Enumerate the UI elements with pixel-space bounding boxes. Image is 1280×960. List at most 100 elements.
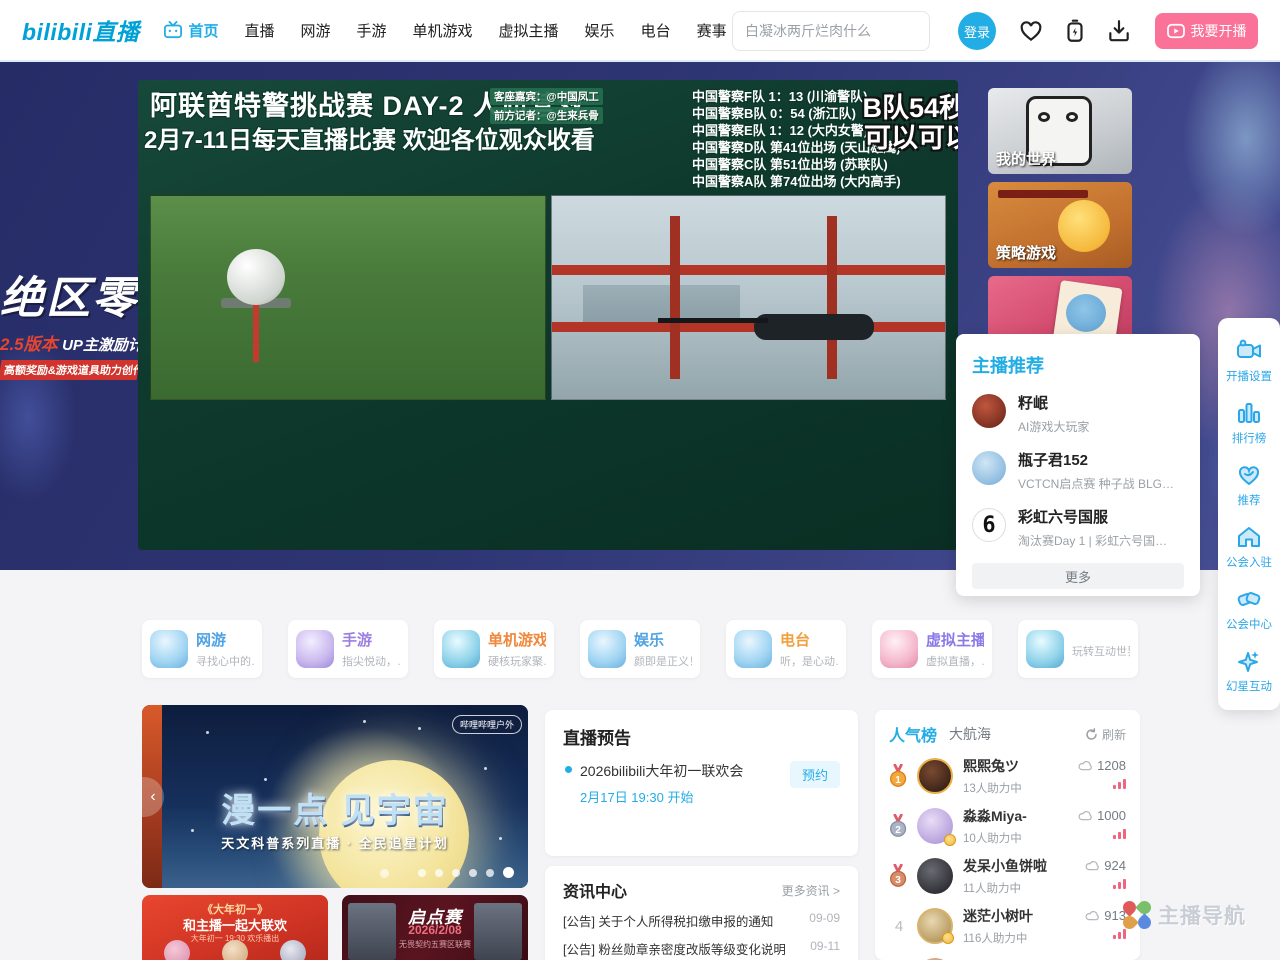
menu-star-interact[interactable]: 幻星互动 (1218, 640, 1280, 702)
nav-pc-games[interactable]: 单机游戏 (413, 20, 473, 41)
battery-charge-icon[interactable] (1062, 18, 1088, 44)
favorites-heart-icon[interactable] (1018, 18, 1044, 44)
avatar (972, 394, 1006, 428)
category-radio[interactable]: 电台 听，是心动… (726, 620, 846, 678)
news-more-link[interactable]: 更多资讯 > (782, 882, 840, 899)
ad-plan: UP主激励计划 (62, 337, 138, 354)
news-item[interactable]: [公告] 关于个人所得税扣缴申报的通知 09-09 (563, 911, 840, 930)
start-broadcast-button[interactable]: 我要开播 (1155, 13, 1258, 49)
rank-row[interactable]: 5 电子小猪柔 719 (889, 956, 1126, 960)
danmaku-comment: 可以可以 (864, 116, 958, 155)
avatar (917, 908, 953, 944)
category-vtuber[interactable]: 虚拟主播 虚拟直播，… (872, 620, 992, 678)
stream-subtitle: 2月7-11日每天直播比赛 欢迎各位观众收看 (144, 120, 595, 155)
recommend-item[interactable]: 瓶子君152 VCTCN启点赛 种子战 BLG… (972, 449, 1184, 492)
category-online-games[interactable]: 网游 寻找心中的… (142, 620, 262, 678)
nav-entertainment[interactable]: 娱乐 (585, 20, 615, 41)
house-icon (1236, 524, 1262, 550)
menu-ranking[interactable]: 排行榜 (1218, 392, 1280, 454)
carousel-dots (418, 867, 514, 878)
avatar-r6-logo: 6 (972, 508, 1006, 542)
nav-esports[interactable]: 赛事 (697, 20, 727, 41)
category-mascot-icon (442, 630, 480, 668)
recommend-item[interactable]: 籽岷 AI游戏大玩家 (972, 392, 1184, 435)
anchor-navigation-float[interactable]: 主播导航 (1122, 900, 1246, 930)
category-interactive[interactable]: 玩转互动世界 (1018, 620, 1138, 678)
trend-bars-icon (1113, 779, 1126, 789)
rank-row[interactable]: 4 迷茫小树叶 116人助力中 913 (889, 906, 1126, 946)
search-box[interactable] (732, 11, 930, 51)
forecast-title: 直播预告 (563, 724, 840, 749)
rank-row[interactable]: 1 熙熙兔ツ 13人助力中 1208 (889, 756, 1126, 796)
search-input[interactable] (745, 23, 926, 39)
rank-refresh-button[interactable]: 刷新 (1085, 726, 1126, 743)
category-pc-games[interactable]: 单机游戏 硬核玩家聚… (434, 620, 554, 678)
rank-row[interactable]: 3 发呆小鱼饼啦 11人助力中 924 (889, 856, 1126, 896)
gold-medal-icon: 1 (889, 764, 909, 788)
download-client-icon[interactable] (1106, 18, 1132, 44)
coin-badge-icon (942, 932, 954, 944)
trend-bars-icon (1113, 929, 1126, 939)
forecast-item: 2026bilibili大年初一联欢会 2月17日 19:30 开始 预约 (563, 761, 840, 806)
menu-recommend[interactable]: 推荐 (1218, 454, 1280, 516)
menu-guild-join[interactable]: 公会入驻 (1218, 516, 1280, 578)
popularity-cloud-icon (1085, 910, 1100, 921)
sparkle-star-icon (1236, 648, 1262, 674)
nav-mobile-games[interactable]: 手游 (357, 20, 387, 41)
category-mascot-icon (880, 630, 918, 668)
carousel-dot[interactable] (469, 869, 477, 877)
nav-radio[interactable]: 电台 (641, 20, 671, 41)
svg-text:2: 2 (895, 825, 901, 836)
pinwheel-icon (1122, 900, 1152, 930)
reserve-button[interactable]: 预约 (790, 761, 840, 788)
video-feed-sniper (551, 195, 947, 400)
carousel-corner-badge: 哔哩哔哩户外 (452, 715, 522, 734)
zzz-side-ad[interactable]: 绝区零 2.5版本 UP主激励计划 高额奖励&游戏道具助力创作 (0, 262, 138, 380)
bilibili-live-logo[interactable]: bilibili直播 (22, 13, 139, 47)
trend-bars-icon (1113, 829, 1126, 839)
thumb-strategy[interactable]: 策略游戏 (988, 182, 1132, 268)
score-line: 中国警察C队 第51位出场 (苏联队) (692, 156, 954, 173)
video-feeds (150, 195, 946, 400)
nav-home[interactable]: 首页 (163, 20, 218, 41)
popularity-cloud-icon (1085, 860, 1100, 871)
recommend-title: 主播推荐 (972, 352, 1184, 378)
news-center-panel: 资讯中心 更多资讯 > [公告] 关于个人所得税扣缴申报的通知 09-09 [公… (545, 866, 858, 960)
carousel-dot[interactable] (452, 869, 460, 877)
carousel-dot[interactable] (380, 869, 389, 878)
banner-vct-kickoff[interactable]: 启点赛 2026/2/08 无畏契约五赛区联赛 (342, 895, 528, 960)
bilibili-live-homepage: bilibili直播 首页 直播 网游 手游 单机游戏 虚拟主播 娱乐 电台 赛… (0, 0, 1280, 960)
carousel-dot[interactable] (418, 869, 426, 877)
anchor-recommend-panel: 主播推荐 籽岷 AI游戏大玩家 瓶子君152 VCTCN启点赛 种子战 BLG…… (956, 334, 1200, 596)
recommend-item[interactable]: 6 彩虹六号国服 淘汰赛Day 1 | 彩虹六号国… (972, 506, 1184, 549)
menu-broadcast-settings[interactable]: 开播设置 (1218, 330, 1280, 392)
news-item[interactable]: [公告] 粉丝勋章亲密度改版等级变化说明 09-11 (563, 939, 840, 958)
avatar (917, 758, 953, 794)
carousel-dot-active[interactable] (503, 867, 514, 878)
ad-strip: 高额奖励&游戏道具助力创作 (0, 360, 138, 380)
nav-live[interactable]: 直播 (244, 20, 274, 41)
svg-text:1: 1 (895, 775, 901, 786)
nav-vtuber[interactable]: 虚拟主播 (499, 20, 559, 41)
side-quick-menu: 开播设置 排行榜 推荐 公会入驻 (1218, 318, 1280, 710)
promo-carousel[interactable]: 哔哩哔哩户外 漫一点 见宇宙 天文科普系列直播 · 全民追星计划 ‹ (142, 705, 528, 888)
menu-guild-center[interactable]: 公会中心 (1218, 578, 1280, 640)
rank-tab-popularity[interactable]: 人气榜 (889, 722, 937, 746)
nav-online-games[interactable]: 网游 (300, 20, 330, 41)
live-player[interactable]: 阿联酋特警挑战赛 DAY-2 人质营救 客座嘉宾：@中国凤工 前方记者：@生来兵… (138, 80, 958, 550)
recommend-more-button[interactable]: 更多 (972, 563, 1184, 589)
category-entertainment[interactable]: 娱乐 颜即是正义！ (580, 620, 700, 678)
popularity-cloud-icon (1078, 760, 1093, 771)
banner-new-year-gala[interactable]: 《大年初一》 和主播一起大联欢 大年初一 19:30 欢乐播出 (142, 895, 328, 960)
category-mobile-games[interactable]: 手游 指尖悦动，… (288, 620, 408, 678)
login-button[interactable]: 登录 (958, 12, 996, 50)
thumb-minecraft[interactable]: 我的世界 (988, 88, 1132, 174)
rank-tab-fleet[interactable]: 大航海 (949, 724, 991, 744)
carousel-dot[interactable] (435, 869, 443, 877)
ad-version: 2.5版本 (0, 335, 58, 354)
avatar (917, 858, 953, 894)
guest-badges: 客座嘉宾：@中国凤工 前方记者：@生来兵骨 (490, 88, 603, 124)
carousel-dot[interactable] (486, 869, 494, 877)
rank-row[interactable]: 2 淼淼Miya- 10人助力中 1000 (889, 806, 1126, 846)
category-mascot-icon (734, 630, 772, 668)
